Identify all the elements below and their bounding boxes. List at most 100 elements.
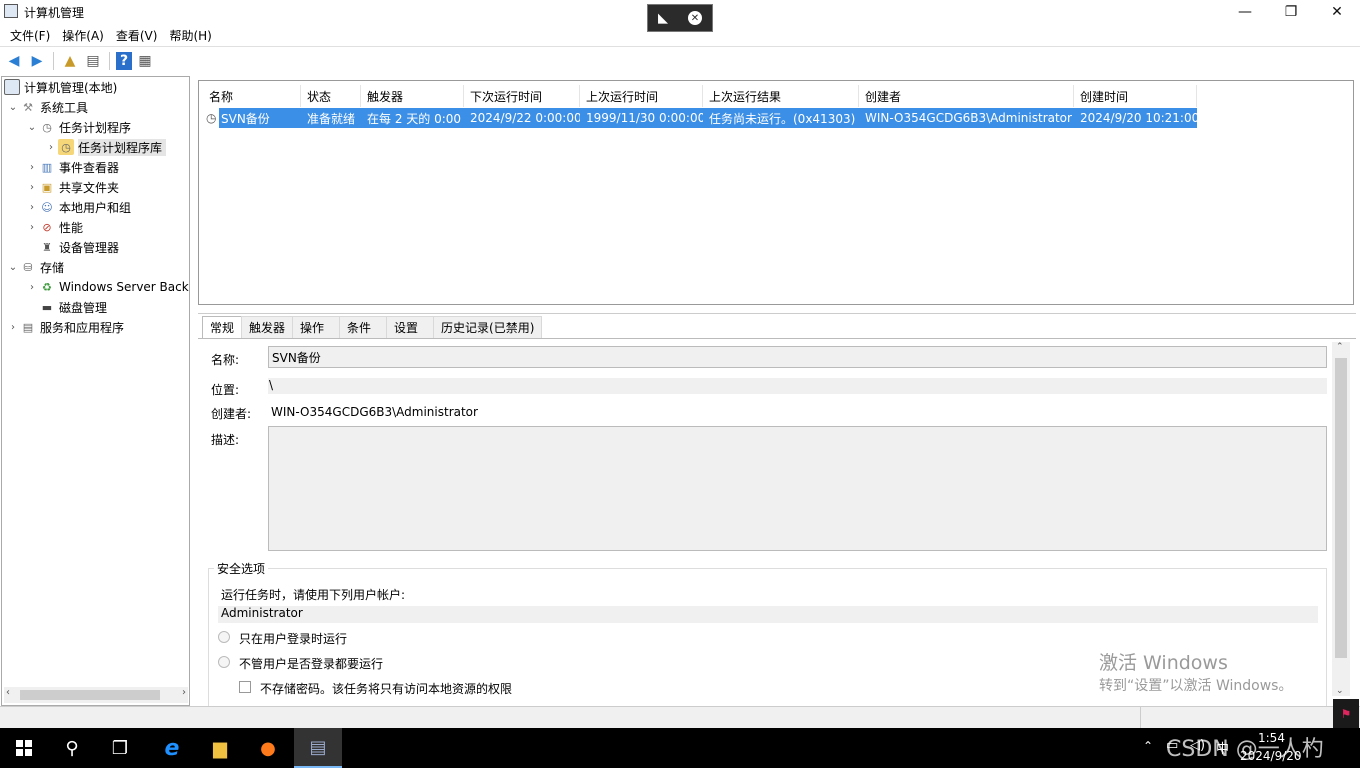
- chevron-down-icon[interactable]: ⌄: [6, 102, 20, 113]
- chevron-right-icon[interactable]: ›: [25, 202, 39, 213]
- tab-triggers[interactable]: 触发器: [241, 316, 294, 338]
- column-header-next-run[interactable]: 下次运行时间: [464, 85, 580, 107]
- tree-item-performance[interactable]: › ⊘ 性能: [25, 217, 83, 237]
- tree-item-task-scheduler[interactable]: ⌄ ◷ 任务计划程序: [25, 117, 131, 137]
- tree-item-storage[interactable]: ⌄ ⛁ 存储: [6, 257, 64, 277]
- task-view-icon[interactable]: ❐: [96, 728, 144, 768]
- menu-help[interactable]: 帮助(H): [163, 27, 217, 44]
- csdn-watermark: CSDN @一人杓: [1166, 737, 1324, 762]
- scroll-left-icon[interactable]: ‹: [6, 687, 10, 698]
- notification-flag-icon[interactable]: ⚑: [1333, 699, 1359, 729]
- tree-item-local-users[interactable]: › ☺ 本地用户和组: [25, 197, 131, 217]
- help-icon[interactable]: ?: [116, 51, 132, 70]
- storage-icon: ⛁: [23, 260, 33, 274]
- author-label: 创建者:: [211, 407, 252, 421]
- toolbar-divider: [53, 51, 54, 70]
- column-header-last-result[interactable]: 上次运行结果: [703, 85, 859, 107]
- details-vertical-scrollbar[interactable]: ⌃ ⌄: [1332, 342, 1350, 696]
- scrollbar-thumb[interactable]: [20, 690, 160, 700]
- tab-history[interactable]: 历史记录(已禁用): [433, 316, 543, 338]
- computer-management-taskbar-icon[interactable]: ▤: [294, 728, 342, 768]
- tab-settings[interactable]: 设置: [386, 316, 435, 338]
- column-header-name[interactable]: 名称: [203, 85, 301, 107]
- tree-item-shared-folders[interactable]: › ▣ 共享文件夹: [25, 177, 119, 197]
- radio-run-when-logged-on[interactable]: [218, 631, 230, 643]
- checkbox-do-not-store-password[interactable]: [239, 681, 251, 693]
- properties-icon[interactable]: ▦: [135, 51, 155, 71]
- up-folder-icon[interactable]: ▲: [60, 51, 80, 71]
- scrollbar-thumb[interactable]: [1335, 358, 1347, 658]
- clock-icon: ◷: [42, 120, 52, 134]
- activation-watermark-subtitle: 转到“设置”以激活 Windows。: [1099, 678, 1293, 694]
- scroll-up-icon[interactable]: ⌃: [1336, 342, 1344, 352]
- remote-close-icon[interactable]: ✕: [688, 11, 702, 25]
- navigation-tree: 计算机管理(本地) ⌄ ⚒ 系统工具 ⌄ ◷ 任务计划程序 › ◷ 任务计划程序…: [1, 76, 190, 706]
- column-header-status[interactable]: 状态: [301, 85, 361, 107]
- name-field[interactable]: SVN备份: [268, 346, 1327, 368]
- toolbar-divider: [109, 51, 110, 70]
- chevron-down-icon[interactable]: ⌄: [25, 122, 39, 133]
- description-label: 描述:: [211, 433, 240, 447]
- users-icon: ☺: [41, 200, 53, 214]
- chevron-right-icon[interactable]: ›: [25, 182, 39, 193]
- column-header-trigger[interactable]: 触发器: [361, 85, 464, 107]
- cell-last-result: 任务尚未运行。(0x41303): [703, 108, 859, 128]
- chevron-right-icon[interactable]: ›: [6, 322, 20, 333]
- security-options-title: 安全选项: [214, 560, 269, 577]
- menu-action[interactable]: 操作(A): [56, 27, 110, 44]
- name-label: 名称:: [211, 353, 240, 367]
- show-hide-tree-icon[interactable]: ▤: [83, 51, 103, 71]
- tree-item-disk-management[interactable]: ▬ 磁盘管理: [39, 297, 107, 317]
- tree-item-device-manager[interactable]: ♜ 设备管理器: [39, 237, 119, 257]
- run-whether-logged-on-label: 不管用户是否登录都要运行: [239, 657, 384, 671]
- tab-conditions[interactable]: 条件: [339, 316, 388, 338]
- cell-trigger: 在每 2 天的 0:00: [361, 108, 464, 128]
- table-row[interactable]: ◷ SVN备份 准备就绪 在每 2 天的 0:00 2024/9/22 0:00…: [203, 108, 1197, 128]
- chevron-right-icon[interactable]: ›: [25, 162, 39, 173]
- firefox-icon[interactable]: ●: [244, 728, 292, 768]
- chevron-right-icon[interactable]: ›: [44, 142, 58, 153]
- performance-icon: ⊘: [42, 220, 52, 234]
- description-field[interactable]: [268, 426, 1327, 551]
- chevron-right-icon[interactable]: ›: [25, 222, 39, 233]
- file-explorer-icon[interactable]: ▆: [196, 728, 244, 768]
- close-button[interactable]: ✕: [1314, 0, 1360, 24]
- forward-arrow-icon[interactable]: ▶: [27, 51, 47, 71]
- start-windows-icon[interactable]: [0, 728, 48, 768]
- column-header-created[interactable]: 创建时间: [1074, 85, 1197, 107]
- chevron-down-icon[interactable]: ⌄: [6, 262, 20, 273]
- column-header-last-run[interactable]: 上次运行时间: [580, 85, 703, 107]
- column-header-author[interactable]: 创建者: [859, 85, 1074, 107]
- tree-item-services-apps[interactable]: › ▤ 服务和应用程序: [6, 317, 124, 337]
- pin-icon[interactable]: ◣: [658, 11, 668, 26]
- tree-item-system-tools[interactable]: ⌄ ⚒ 系统工具: [6, 97, 88, 117]
- toolbar: ◀ ▶ ▲ ▤ ? ▦: [0, 46, 1360, 74]
- task-list: 名称 状态 触发器 下次运行时间 上次运行时间 上次运行结果 创建者 创建时间 …: [198, 80, 1354, 305]
- tree-item-windows-backup[interactable]: › ♻ Windows Server Back: [25, 277, 189, 297]
- scroll-down-icon[interactable]: ⌄: [1336, 686, 1344, 696]
- activation-watermark-title: 激活 Windows: [1099, 652, 1228, 674]
- tree-horizontal-scrollbar[interactable]: ‹ ›: [4, 687, 188, 703]
- minimize-button[interactable]: —: [1222, 0, 1268, 24]
- menu-view[interactable]: 查看(V): [110, 27, 164, 44]
- cell-next-run: 2024/9/22 0:00:00: [464, 108, 580, 128]
- radio-run-whether-logged-on[interactable]: [218, 656, 230, 668]
- search-icon[interactable]: ⚲: [48, 728, 96, 768]
- tab-general[interactable]: 常规: [202, 316, 243, 338]
- cell-status: 准备就绪: [301, 108, 361, 128]
- scroll-right-icon[interactable]: ›: [182, 687, 186, 698]
- chevron-right-icon[interactable]: ›: [25, 282, 39, 293]
- back-arrow-icon[interactable]: ◀: [4, 51, 24, 71]
- internet-explorer-icon[interactable]: e: [148, 728, 196, 768]
- tab-actions[interactable]: 操作: [292, 316, 341, 338]
- taskbar: ⚲ ❐ e ▆ ● ▤ ⌃ ▭ ◁) 中 1:54 2024/9/20 CSDN…: [0, 728, 1360, 768]
- cell-last-run: 1999/11/30 0:00:00: [580, 108, 703, 128]
- show-hidden-icons-icon[interactable]: ⌃: [1143, 739, 1153, 753]
- menu-file[interactable]: 文件(F): [4, 27, 56, 44]
- tree-item-task-library[interactable]: › ◷ 任务计划程序库: [44, 137, 167, 157]
- tree-item-event-viewer[interactable]: › ▥ 事件查看器: [25, 157, 119, 177]
- tree-item-root[interactable]: 计算机管理(本地): [4, 77, 117, 97]
- cell-created: 2024/9/20 10:21:00: [1074, 108, 1197, 128]
- run-when-logged-on-label: 只在用户登录时运行: [239, 632, 348, 646]
- restore-button[interactable]: ❐: [1268, 0, 1314, 24]
